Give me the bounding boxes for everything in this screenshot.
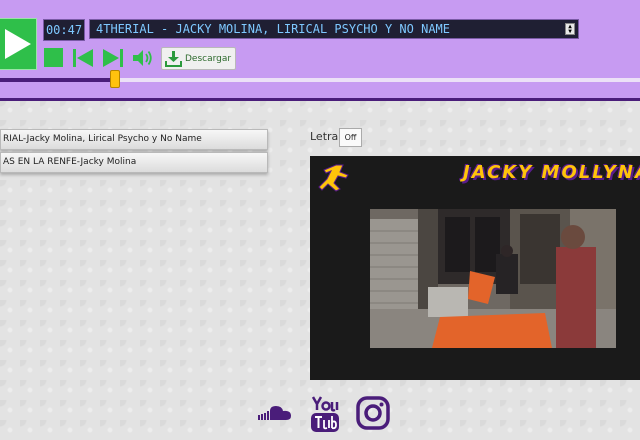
lyrics-toggle-button[interactable]: Off — [339, 128, 362, 147]
youtube-icon — [311, 396, 339, 432]
download-label: Descargar — [185, 53, 232, 64]
soundcloud-link[interactable] — [258, 405, 292, 425]
previous-icon — [73, 49, 93, 67]
volume-button[interactable] — [132, 48, 154, 68]
play-button[interactable] — [0, 18, 37, 70]
music-video[interactable] — [370, 209, 616, 348]
instagram-icon — [356, 396, 390, 430]
download-icon — [165, 51, 182, 67]
next-icon — [103, 49, 123, 67]
playlist-item[interactable]: AS EN LA RENFE-Jacky Molina — [0, 152, 268, 173]
video-still — [370, 209, 616, 348]
stop-button[interactable] — [44, 48, 63, 67]
track-select-value: 4THERIAL - JACKY MOLINA, LIRICAL PSYCHO … — [96, 22, 451, 36]
progress-thumb[interactable] — [110, 70, 121, 88]
play-icon — [5, 29, 31, 59]
select-arrows-icon: ▲ ▼ — [565, 23, 575, 35]
track-select[interactable]: 4THERIAL - JACKY MOLINA, LIRICAL PSYCHO … — [89, 19, 579, 39]
download-button[interactable]: Descargar — [161, 47, 237, 70]
playlist: RIAL-Jacky Molina, Lirical Psycho y No N… — [0, 129, 268, 175]
previous-button[interactable] — [72, 48, 94, 68]
lyrics-label: Letra — [310, 130, 339, 143]
progress-bar[interactable] — [0, 70, 640, 88]
time-display: 00:47 — [43, 19, 85, 41]
volume-icon — [133, 50, 152, 66]
progress-fill — [0, 78, 116, 82]
audio-player: 00:47 4THERIAL - JACKY MOLINA, LIRICAL P… — [0, 0, 640, 101]
brand-title: JACKY MOLLYNA — [463, 162, 640, 183]
playlist-item[interactable]: RIAL-Jacky Molina, Lirical Psycho y No N… — [0, 129, 268, 150]
soundcloud-icon — [258, 406, 291, 420]
youtube-link[interactable] — [310, 396, 340, 436]
instagram-link[interactable] — [356, 396, 390, 434]
video-panel: JACKY MOLLYNA — [310, 156, 640, 380]
next-button[interactable] — [102, 48, 124, 68]
runner-logo-icon — [318, 164, 349, 192]
